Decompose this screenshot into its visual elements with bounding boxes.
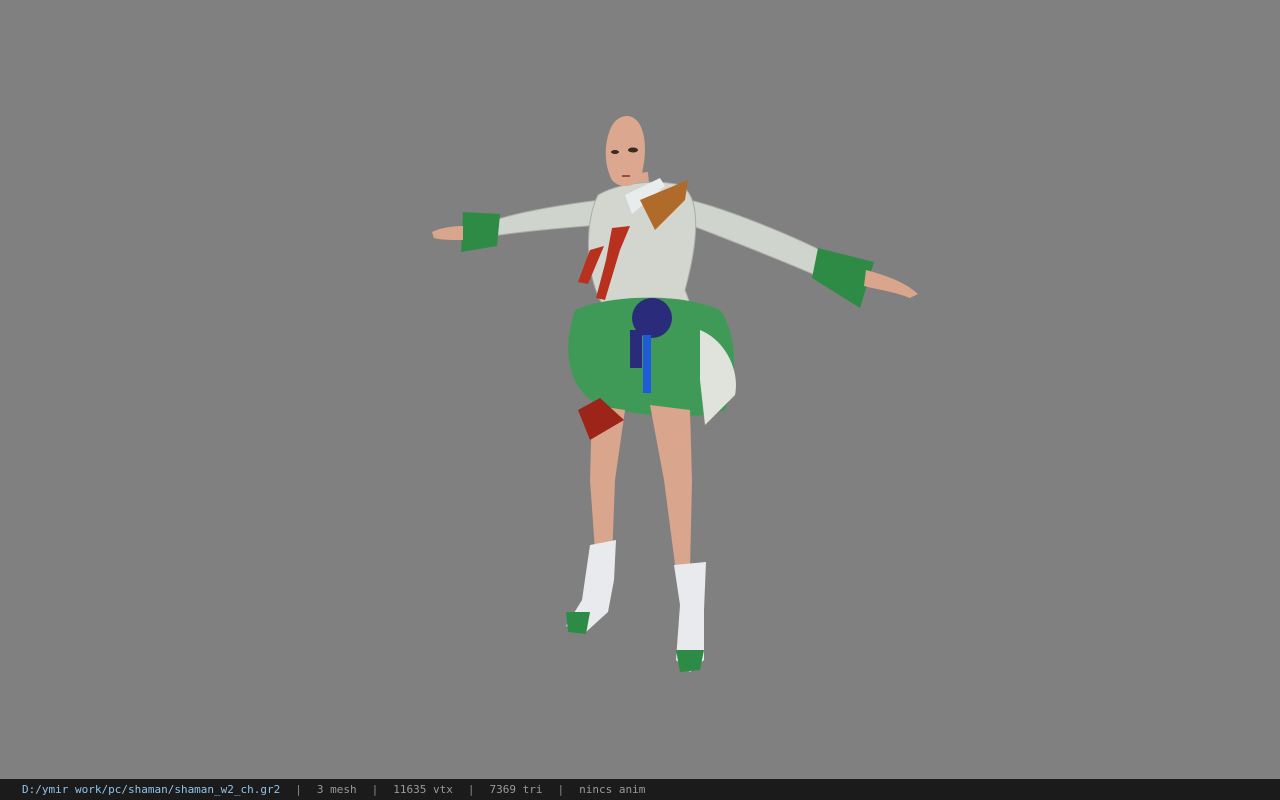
separator: | [467, 783, 475, 796]
mesh-count: 3 mesh [316, 783, 357, 796]
character-model-icon[interactable] [0, 0, 1280, 779]
separator: | [295, 783, 302, 796]
status-bar: D:/ymir work/pc/shaman/shaman_w2_ch.gr2 |… [0, 779, 1280, 800]
vertex-count: 11635 vtx [393, 783, 453, 796]
file-path: D:/ymir work/pc/shaman/shaman_w2_ch.gr2 [22, 783, 281, 796]
animation-status: nincs anim [579, 783, 646, 796]
3d-viewport[interactable] [0, 0, 1280, 779]
triangle-count: 7369 tri [489, 783, 543, 796]
separator: | [557, 783, 565, 796]
separator: | [371, 783, 379, 796]
